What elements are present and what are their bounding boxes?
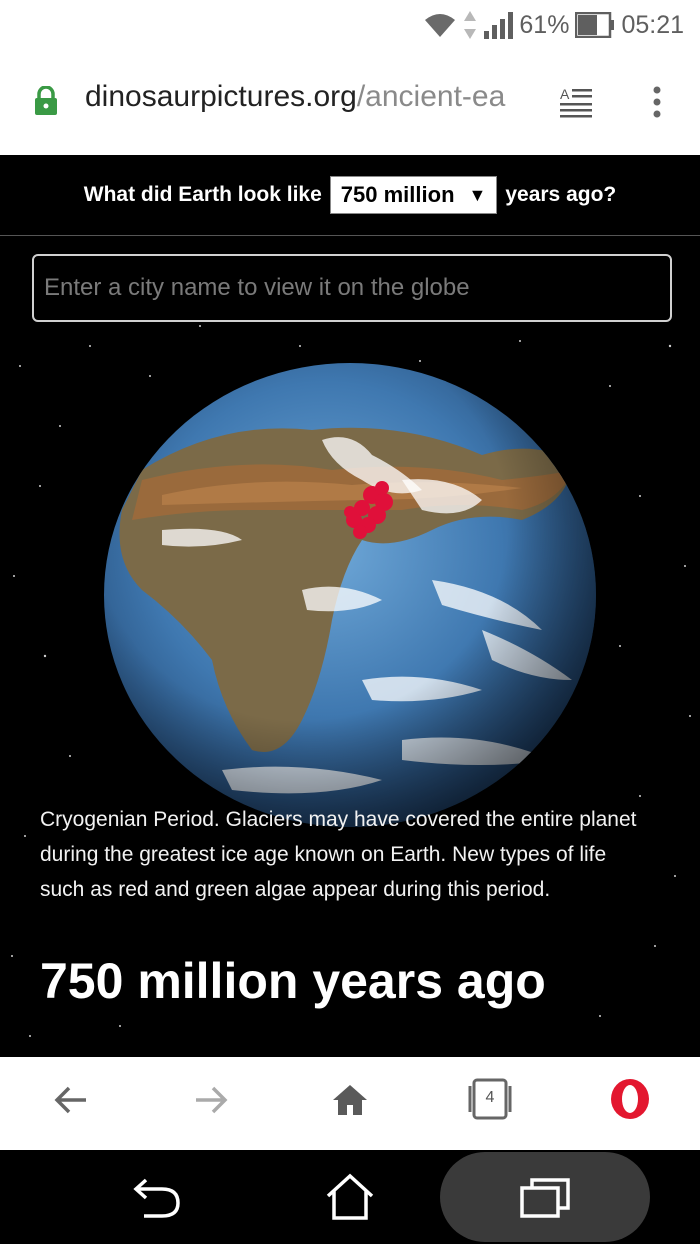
era-select[interactable]: 750 million ▼ <box>329 176 498 214</box>
signal-icon <box>484 12 514 39</box>
system-back-icon[interactable] <box>132 1174 182 1220</box>
opera-menu-icon[interactable] <box>608 1077 652 1121</box>
browser-bottom-bar: 4 <box>0 1057 700 1150</box>
question-suffix: years ago? <box>505 183 617 206</box>
era-select-value: 750 million <box>340 182 455 207</box>
system-recents-icon[interactable] <box>518 1176 572 1220</box>
earth-globe[interactable] <box>102 360 598 830</box>
wifi-icon <box>425 14 456 37</box>
battery-percent: 61% <box>519 10 570 39</box>
clock: 05:21 <box>621 10 684 39</box>
data-transfer-icon <box>464 11 477 39</box>
back-arrow-icon[interactable] <box>52 1081 90 1119</box>
svg-text:A: A <box>560 86 570 102</box>
system-nav-bar <box>0 1150 700 1244</box>
home-icon[interactable] <box>331 1081 369 1119</box>
era-question-bar: What did Earth look like 750 million ▼ y… <box>0 155 700 236</box>
forward-arrow-icon[interactable] <box>192 1081 230 1119</box>
url-text[interactable]: dinosaurpictures.org/ancient-ea <box>85 80 505 114</box>
battery-icon <box>575 12 615 38</box>
era-heading: 750 million years ago <box>40 953 546 1009</box>
tab-count: 4 <box>485 1089 495 1106</box>
reader-mode-icon[interactable]: A <box>558 86 594 118</box>
tabs-button[interactable]: 4 <box>466 1077 514 1121</box>
city-search-input[interactable] <box>32 254 672 322</box>
dropdown-caret-icon: ▼ <box>468 184 487 205</box>
url-path: /ancient-ea <box>356 80 506 113</box>
period-description: Cryogenian Period. Glaciers may have cov… <box>40 808 637 901</box>
question-prefix: What did Earth look like <box>83 183 322 206</box>
status-bar: 61% 05:21 <box>0 0 700 50</box>
url-domain: dinosaurpictures.org <box>85 80 357 113</box>
address-bar[interactable]: dinosaurpictures.org/ancient-ea A <box>0 50 700 155</box>
lock-icon <box>35 86 57 115</box>
overflow-menu-icon[interactable] <box>650 86 664 118</box>
system-home-icon[interactable] <box>324 1172 376 1222</box>
